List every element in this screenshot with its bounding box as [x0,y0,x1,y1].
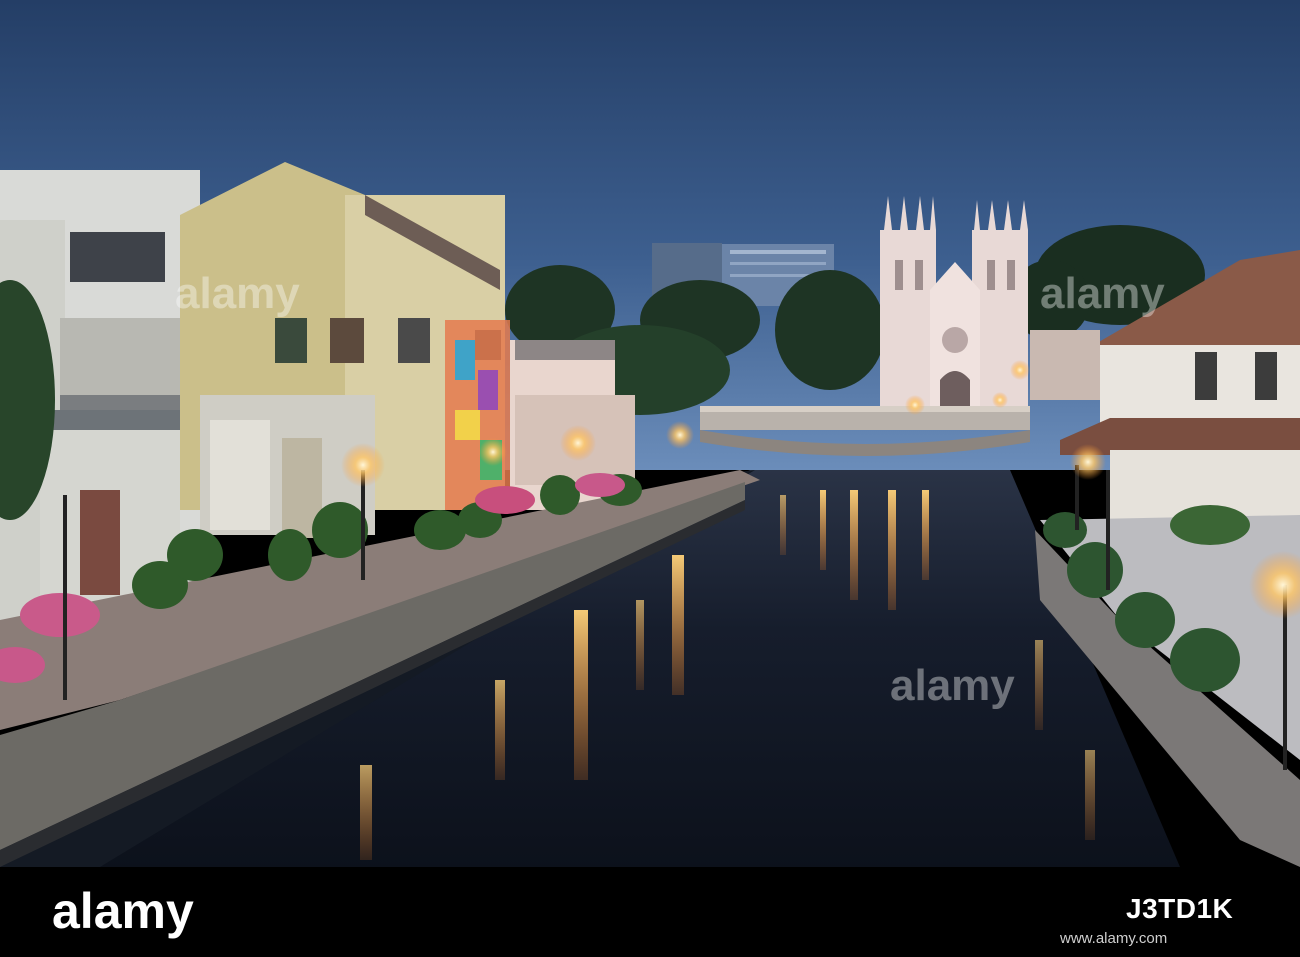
watermark-overlay-left: alamy [175,269,300,318]
watermark-overlay-center: alamy [890,661,1015,710]
watermark-overlay-right: alamy [1040,269,1165,318]
photo-frame: alamy alamy alamy alamy J3TD1K www.alamy… [0,0,1300,957]
image-id: J3TD1K [1126,893,1234,924]
source-url: www.alamy.com [1060,930,1168,947]
svg-text:alamy: alamy [52,884,194,939]
alamy-logo: alamy [52,884,194,939]
canal-photo: alamy alamy alamy [0,0,1300,867]
